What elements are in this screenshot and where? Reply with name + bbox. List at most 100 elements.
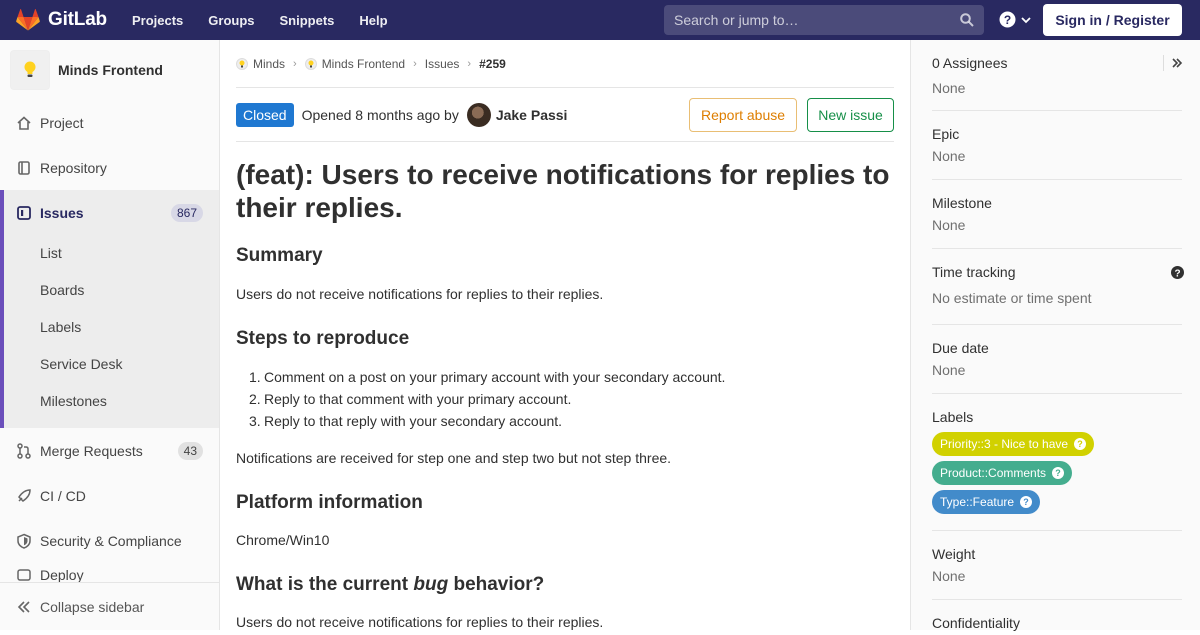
sidebar-issues-section: Issues 867 List Boards Labels Service De… [0, 190, 219, 428]
breadcrumb-label: Minds [253, 56, 286, 71]
sign-in-button[interactable]: Sign in / Register [1043, 4, 1182, 36]
confidentiality-title: Confidentiality [932, 615, 1020, 631]
project-header[interactable]: Minds Frontend [0, 40, 219, 100]
issue-title: (feat): Users to receive notifications f… [236, 159, 890, 223]
help-dropdown[interactable]: ? [999, 11, 1032, 28]
sidebar-subitem-list[interactable]: List [40, 245, 62, 261]
issue-detail-header: Closed Opened 8 months ago by Jake Passi… [236, 98, 894, 132]
sidebar-item-label: Merge Requests [40, 442, 143, 459]
step-text: Reply to that comment with your primary … [264, 391, 572, 407]
nav-projects[interactable]: Projects [132, 13, 183, 28]
step-text: Reply to that reply with your secondary … [264, 413, 563, 429]
milestone-title: Milestone [932, 195, 992, 211]
report-abuse-button[interactable]: Report abuse [689, 98, 797, 132]
time-tracking-title: Time tracking [932, 264, 1016, 280]
breadcrumb: Minds › Minds Frontend › Issues › #259 [236, 40, 894, 88]
current-behavior-heading: What is the current bug behavior? [236, 574, 544, 596]
due-date-title: Due date [932, 340, 989, 356]
collapse-sidebar-label: Collapse sidebar [40, 598, 145, 615]
sidebar-item-issues[interactable]: Issues 867 [0, 190, 219, 235]
project-name: Minds Frontend [58, 62, 163, 78]
heading-part: behavior? [448, 574, 545, 595]
milestone-block: Milestone None [932, 195, 1182, 249]
main-nav: Projects Groups Snippets Help [132, 13, 413, 28]
list-item: 2. Reply to that comment with your primar… [249, 391, 572, 407]
label-pill[interactable]: Product::Comments ? [932, 461, 1073, 485]
breadcrumb-label: Minds Frontend [321, 56, 406, 71]
double-chevron-left-icon [17, 600, 30, 613]
step-text: Comment on a post on your primary accoun… [264, 369, 726, 385]
question-icon[interactable]: ? [1171, 266, 1184, 279]
sidebar-item-label: Deploy [40, 567, 84, 582]
avatar[interactable] [466, 103, 491, 127]
milestone-value: None [932, 217, 966, 233]
label-pill[interactable]: Priority::3 - Nice to have ? [932, 432, 1095, 456]
chevron-down-icon [1021, 16, 1031, 23]
chevron-right-icon: › [293, 57, 297, 70]
steps-heading: Steps to reproduce [236, 328, 410, 349]
confidentiality-block: Confidentiality [932, 615, 1182, 635]
lightbulb-icon [24, 61, 36, 77]
issues-count-badge: 867 [170, 203, 203, 222]
due-date-value: None [932, 362, 966, 378]
label-text: Priority::3 - Nice to have [940, 437, 1069, 451]
breadcrumb-minds[interactable]: Minds [236, 57, 285, 71]
home-icon [16, 115, 32, 131]
collapse-sidebar-button[interactable]: Collapse sidebar [0, 582, 219, 630]
sidebar-item-label: Issues [40, 204, 84, 221]
divider [236, 141, 894, 142]
chevron-right-icon: › [413, 57, 417, 70]
sidebar-item-label: Security & Compliance [40, 532, 182, 549]
sidebar-item-project[interactable]: Project [0, 100, 219, 145]
sidebar-subitem-boards[interactable]: Boards [40, 282, 84, 298]
sidebar-item-merge-requests[interactable]: Merge Requests 43 [0, 428, 219, 473]
top-navbar: GitLab Projects Groups Snippets Help ? S… [0, 0, 1200, 40]
lightbulb-icon [236, 57, 248, 70]
time-tracking-value: No estimate or time spent [932, 290, 1092, 306]
sidebar-item-repository[interactable]: Repository [0, 145, 219, 190]
question-icon: ? [1074, 438, 1087, 450]
list-item: 3. Reply to that reply with your secondar… [249, 413, 563, 429]
sidebar-subitem-labels[interactable]: Labels [40, 319, 81, 335]
rocket-icon [16, 488, 32, 504]
epic-title: Epic [932, 126, 960, 142]
svg-text:?: ? [1174, 268, 1180, 279]
sidebar-subitem-milestones[interactable]: Milestones [40, 393, 107, 409]
chevron-right-icon: › [467, 57, 472, 70]
labels-title: Labels [932, 409, 974, 425]
search-icon [960, 13, 974, 27]
nav-help[interactable]: Help [359, 13, 387, 28]
question-icon: ? [999, 11, 1016, 28]
book-icon [16, 160, 32, 176]
sidebar-item-deploy[interactable]: Deploy [0, 563, 219, 582]
shield-icon [16, 533, 32, 549]
search-input[interactable] [674, 12, 954, 28]
label-text: Type::Feature [940, 495, 1015, 509]
label-pill[interactable]: Type::Feature ? [932, 490, 1041, 514]
breadcrumb-minds-frontend[interactable]: Minds Frontend [304, 56, 406, 71]
breadcrumb-issue-number[interactable]: #259 [479, 57, 506, 71]
new-issue-button[interactable]: New issue [807, 98, 894, 132]
sidebar-subitem-service-desk[interactable]: Service Desk [40, 356, 122, 372]
gitlab-home-link[interactable]: GitLab [16, 0, 107, 40]
weight-value: None [932, 568, 966, 584]
current-behavior-text: Users do not receive notifications for r… [236, 614, 604, 630]
merge-requests-count-badge: 43 [177, 441, 203, 460]
author-name[interactable]: Jake Passi [496, 107, 568, 123]
question-icon: ? [1052, 467, 1065, 479]
breadcrumb-issues[interactable]: Issues [425, 57, 460, 71]
list-item: 1. Comment on a post on your primary acco… [249, 369, 726, 385]
nav-groups[interactable]: Groups [208, 13, 254, 28]
weight-title: Weight [932, 546, 976, 562]
nav-snippets[interactable]: Snippets [280, 13, 335, 28]
deploy-icon [16, 567, 32, 582]
labels-block: Labels Priority::3 - Nice to have ? Prod… [932, 409, 1182, 531]
label-text: Product::Comments [940, 466, 1047, 480]
sidebar-item-security[interactable]: Security & Compliance [0, 518, 219, 563]
summary-heading: Summary [236, 245, 323, 266]
sidebar-item-cicd[interactable]: CI / CD [0, 473, 219, 518]
sidebar-item-label: CI / CD [40, 487, 86, 504]
status-badge: Closed [236, 103, 294, 127]
gitlab-logo-icon [16, 9, 40, 31]
platform-text: Chrome/Win10 [236, 532, 330, 548]
